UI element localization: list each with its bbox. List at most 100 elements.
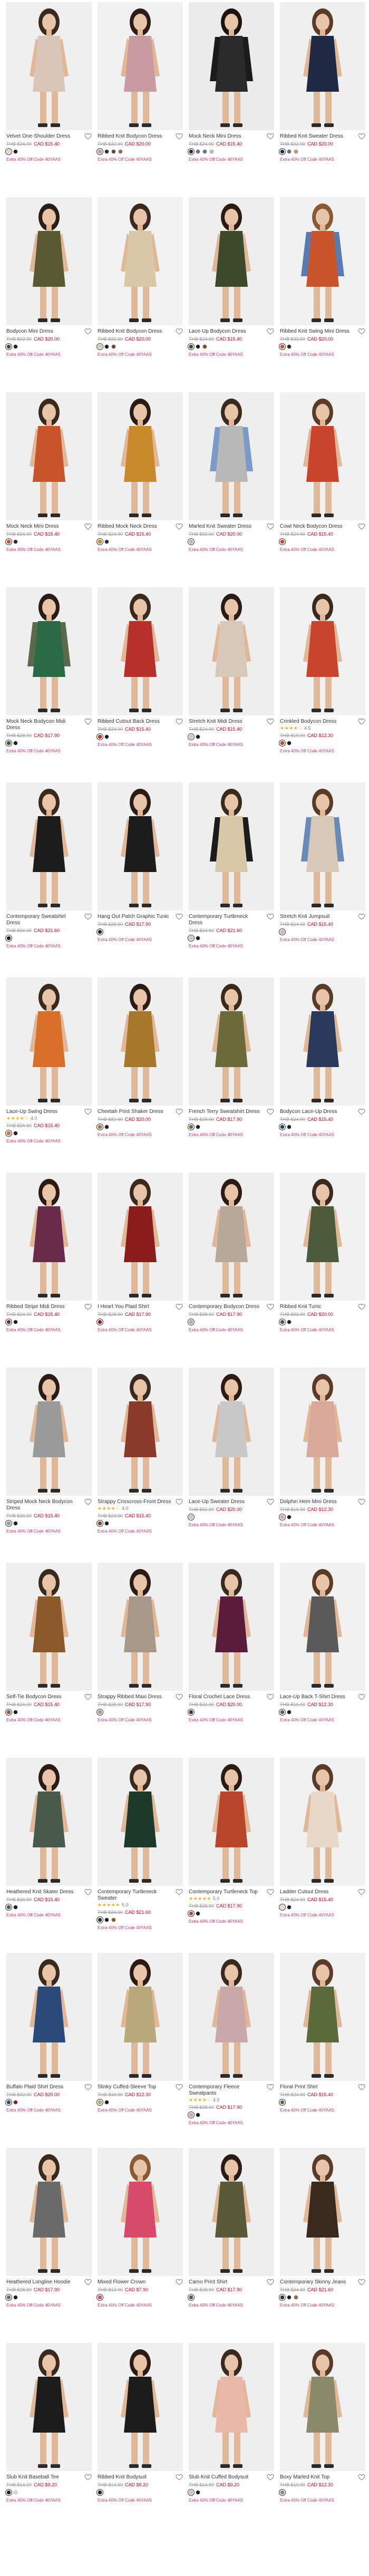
product-name[interactable]: Camo Print Shirt xyxy=(189,2279,227,2286)
product-card[interactable]: Strappy Crisscross-Front Dress ★★★★☆ 4.0 T… xyxy=(96,1368,183,1564)
color-swatch[interactable] xyxy=(104,149,109,154)
color-swatch[interactable] xyxy=(96,343,103,350)
color-swatch[interactable] xyxy=(196,344,200,349)
color-swatch[interactable] xyxy=(96,733,103,740)
color-swatch[interactable] xyxy=(287,1515,292,1519)
color-swatch[interactable] xyxy=(5,935,12,942)
color-swatch[interactable] xyxy=(188,1514,195,1521)
heart-icon[interactable] xyxy=(84,1889,92,1895)
heart-icon[interactable] xyxy=(176,328,183,335)
color-swatch[interactable] xyxy=(96,1124,103,1130)
color-swatch[interactable] xyxy=(13,1710,18,1715)
color-swatch[interactable] xyxy=(188,2294,195,2301)
heart-icon[interactable] xyxy=(267,524,274,530)
color-swatch[interactable] xyxy=(196,1125,200,1129)
product-image[interactable] xyxy=(189,782,274,911)
heart-icon[interactable] xyxy=(267,914,274,920)
product-name[interactable]: Heathered Longline Hoodie xyxy=(6,2279,71,2286)
product-card[interactable]: Floral Crochet Lace Dress THB $32.90 CAD $… xyxy=(188,1563,274,1759)
product-card[interactable]: Lace-Up Bodycon Dress THB $24.90 CAD $15.4… xyxy=(188,197,274,393)
product-image[interactable] xyxy=(280,1173,365,1301)
heart-icon[interactable] xyxy=(267,133,274,140)
color-swatch[interactable] xyxy=(104,344,109,349)
product-card[interactable]: Ribbed Knit Sweater Dress THB $32.90 CAD $… xyxy=(279,2,365,198)
product-name[interactable]: Boxy Marled Knit Top xyxy=(280,2474,329,2481)
product-name[interactable]: Hang Out Patch Graphic Tunic xyxy=(98,914,169,920)
color-swatch[interactable] xyxy=(279,928,286,935)
color-swatch[interactable] xyxy=(287,741,292,745)
product-name[interactable]: Mock Neck Mini Dress xyxy=(189,133,241,140)
heart-icon[interactable] xyxy=(176,1694,183,1700)
product-name[interactable]: Ribbed Knit Swing Mini Dress xyxy=(280,328,349,335)
product-image[interactable] xyxy=(189,1758,274,1886)
heart-icon[interactable] xyxy=(358,2474,365,2481)
product-image[interactable] xyxy=(6,2343,92,2471)
product-card[interactable]: Crinkled Bodycon Dress ★★★★☆ 4.5 THB $19.9… xyxy=(279,587,365,783)
product-name[interactable]: Mock Neck Bodycon Midi Dress xyxy=(6,719,80,731)
color-swatch[interactable] xyxy=(5,148,12,155)
product-name[interactable]: Contemporary Turtleneck Top xyxy=(189,1889,258,1895)
product-card[interactable]: Heathered Knit Skater Dress THB $24.90 CAD… xyxy=(5,1758,92,1954)
product-card[interactable]: Mock Neck Mini Dress THB $24.90 CAD $15.40… xyxy=(5,392,92,588)
heart-icon[interactable] xyxy=(84,524,92,530)
product-card[interactable]: Slub Knit Baseball Tee THB $14.90 CAD $9.2… xyxy=(5,2343,92,2539)
product-name[interactable]: Contemporary Turtleneck Sweater xyxy=(98,1889,171,1902)
product-name[interactable]: Slinky Cuffed-Sleeve Top xyxy=(98,2084,156,2090)
product-card[interactable]: Ribbed Knit Tunic THB $32.90 CAD $20.00 Ext… xyxy=(279,1173,365,1369)
heart-icon[interactable] xyxy=(358,914,365,920)
product-image[interactable] xyxy=(6,2148,92,2276)
heart-icon[interactable] xyxy=(267,1109,274,1115)
product-card[interactable]: Slinky Cuffed-Sleeve Top THB $19.90 CAD $1… xyxy=(96,1953,183,2149)
color-swatch[interactable] xyxy=(294,2295,298,2300)
product-name[interactable]: Self-Tie Bodycon Dress xyxy=(6,1694,62,1700)
color-swatch[interactable] xyxy=(188,733,195,740)
color-swatch[interactable] xyxy=(96,1916,103,1923)
product-name[interactable]: French Terry Sweatshirt Dress xyxy=(189,1109,259,1115)
product-card[interactable]: Ribbed Knit Bodysuit THB $14.90 CAD $9.20 E… xyxy=(96,2343,183,2539)
heart-icon[interactable] xyxy=(358,2279,365,2286)
color-swatch[interactable] xyxy=(96,928,103,935)
product-card[interactable]: Bodycon Lace-Up Dress THB $24.90 CAD $15.4… xyxy=(279,977,365,1174)
color-swatch[interactable] xyxy=(5,2099,12,2106)
product-name[interactable]: Strappy Crisscross-Front Dress xyxy=(98,1499,171,1505)
heart-icon[interactable] xyxy=(84,2279,92,2286)
heart-icon[interactable] xyxy=(358,133,365,140)
heart-icon[interactable] xyxy=(176,524,183,530)
product-image[interactable] xyxy=(6,392,92,520)
color-swatch[interactable] xyxy=(13,2100,18,2105)
heart-icon[interactable] xyxy=(358,1499,365,1505)
product-card[interactable]: Ribbed Mock Neck Dress THB $24.90 CAD $15.… xyxy=(96,392,183,588)
heart-icon[interactable] xyxy=(267,1304,274,1310)
product-image[interactable] xyxy=(280,977,365,1106)
color-swatch[interactable] xyxy=(279,2294,286,2301)
product-image[interactable] xyxy=(189,977,274,1106)
product-image[interactable] xyxy=(98,1563,183,1691)
color-swatch[interactable] xyxy=(279,343,286,350)
product-image[interactable] xyxy=(98,2343,183,2471)
product-image[interactable] xyxy=(280,392,365,520)
heart-icon[interactable] xyxy=(84,1694,92,1700)
product-name[interactable]: Striped Mock Neck Bodycon Dress xyxy=(6,1499,80,1512)
heart-icon[interactable] xyxy=(176,1109,183,1115)
product-image[interactable] xyxy=(189,197,274,325)
product-image[interactable] xyxy=(189,1563,274,1691)
color-swatch[interactable] xyxy=(279,148,286,155)
product-name[interactable]: Contemporary Sweatshirt Dress xyxy=(6,914,80,926)
heart-icon[interactable] xyxy=(84,719,92,725)
product-card[interactable]: Self-Tie Bodycon Dress THB $24.90 CAD $15.… xyxy=(5,1563,92,1759)
product-image[interactable] xyxy=(280,1758,365,1886)
product-name[interactable]: Lace-Up Back T-Shirt Dress xyxy=(280,1694,345,1700)
product-name[interactable]: Contemporary Skinny Jeans xyxy=(280,2279,346,2286)
heart-icon[interactable] xyxy=(176,2279,183,2286)
product-card[interactable]: Contemporary Fleece Sweatpants ★★★★☆ 4.0 T… xyxy=(188,1953,274,2149)
product-card[interactable]: Lace-Up Swing Dress ★★★★☆ 4.0 THB $24.90 CA… xyxy=(5,977,92,1174)
color-swatch[interactable] xyxy=(279,538,286,545)
product-name[interactable]: Crinkled Bodycon Dress xyxy=(280,719,336,725)
heart-icon[interactable] xyxy=(176,719,183,725)
color-swatch[interactable] xyxy=(5,343,12,350)
color-swatch[interactable] xyxy=(196,149,200,154)
product-card[interactable]: Velvet One-Shoulder Dress THB $24.90 CAD $… xyxy=(5,2,92,198)
color-swatch[interactable] xyxy=(96,1709,103,1716)
product-name[interactable]: Marled Knit Sweater Dress xyxy=(189,524,251,530)
product-card[interactable]: Buffalo Plaid Shirt Dress THB $32.90 CAD $… xyxy=(5,1953,92,2149)
